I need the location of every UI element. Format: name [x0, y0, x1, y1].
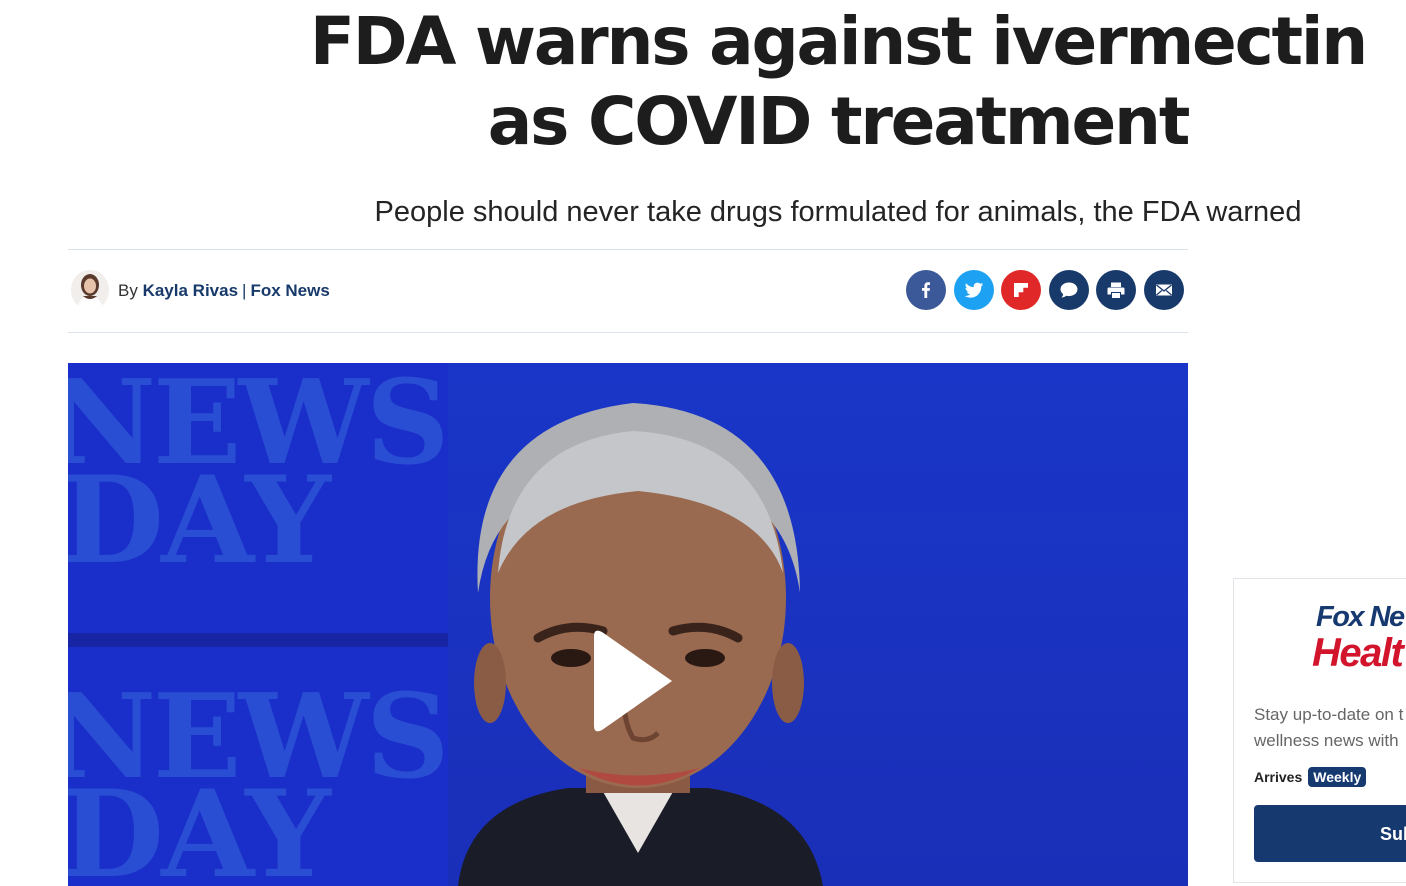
byline-bar: By Kayla Rivas | Fox News — [68, 249, 1188, 333]
twitter-share-button[interactable] — [954, 270, 994, 310]
author-name-link[interactable]: Kayla Rivas — [143, 281, 238, 300]
author-avatar[interactable] — [71, 270, 109, 310]
twitter-icon — [964, 282, 984, 298]
video-player[interactable]: NEWS DAY NEWS DAY — [68, 363, 1188, 886]
byline-prefix: By — [118, 281, 138, 300]
play-icon[interactable] — [588, 626, 678, 736]
newsletter-description-line: wellness news with — [1254, 731, 1399, 750]
email-share-button[interactable] — [1144, 270, 1184, 310]
flipboard-icon — [1014, 283, 1028, 297]
frequency-label: Arrives — [1254, 769, 1303, 785]
studio-background-text: DAY — [68, 764, 331, 886]
byline: By Kayla Rivas | Fox News — [118, 280, 330, 302]
newsletter-description-line: Stay up-to-date on t — [1254, 705, 1404, 724]
studio-panel-divider — [68, 633, 448, 647]
print-icon — [1107, 282, 1125, 298]
print-button[interactable] — [1096, 270, 1136, 310]
comment-button[interactable] — [1049, 270, 1089, 310]
newsletter-description: Stay up-to-date on t wellness news with — [1254, 702, 1406, 754]
facebook-icon — [922, 282, 930, 298]
newsletter-brand: Fox Ne — [1316, 601, 1405, 633]
newsletter-name: Healt — [1312, 631, 1404, 675]
comment-icon — [1060, 282, 1078, 298]
article-headline: FDA warns against ivermectin as COVID tr… — [309, 3, 1368, 160]
article-subheadline: People should never take drugs formulate… — [374, 196, 1302, 228]
studio-background-text: DAY — [68, 450, 331, 591]
newsletter-promo: Fox Ne Healt Stay up-to-date on t wellne… — [1233, 578, 1406, 883]
facebook-share-button[interactable] — [906, 270, 946, 310]
outlet-link[interactable]: Fox News — [250, 281, 329, 300]
newsletter-frequency: Arrives Weekly — [1254, 767, 1367, 787]
subscribe-button[interactable]: Sub — [1254, 805, 1406, 862]
email-icon — [1156, 284, 1172, 296]
frequency-badge: Weekly — [1308, 767, 1367, 787]
flipboard-share-button[interactable] — [1001, 270, 1041, 310]
byline-separator: | — [242, 281, 247, 300]
